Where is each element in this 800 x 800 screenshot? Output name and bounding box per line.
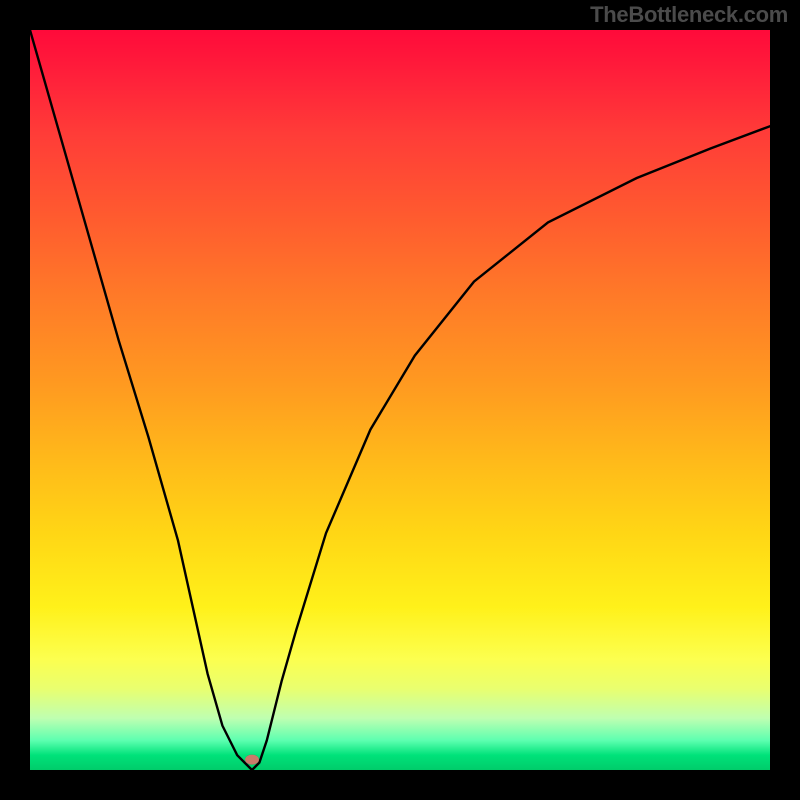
optimum-point-marker [245,755,259,765]
bottleneck-curve [30,30,770,770]
chart-frame: TheBottleneck.com [0,0,800,800]
plot-area [30,30,770,770]
watermark-text: TheBottleneck.com [590,2,788,28]
bottleneck-curve-svg [30,30,770,770]
